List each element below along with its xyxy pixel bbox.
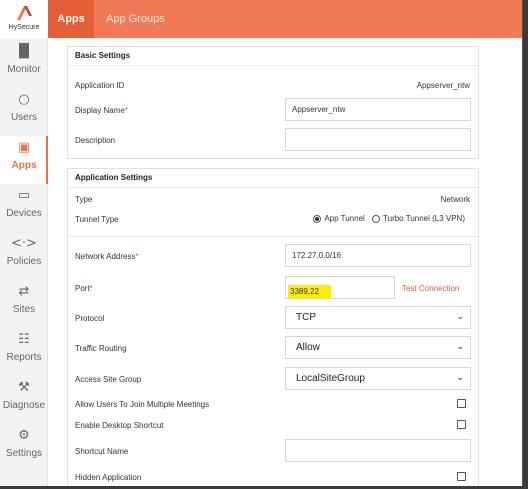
access-site-group-label: Access Site Group: [75, 375, 142, 384]
tunnel-type-label: Tunnel Type: [75, 215, 119, 224]
port-value: 3389,22: [288, 285, 331, 298]
sidebar-item-apps[interactable]: ▣ Apps: [0, 136, 49, 184]
sidebar-item-label: Settings: [5, 448, 43, 459]
sidebar-item-users[interactable]: ○ Users: [0, 88, 48, 136]
sidebar-item-reports[interactable]: ☷ Reports: [0, 328, 48, 376]
type-label: Type: [75, 195, 93, 204]
sidebar-item-devices[interactable]: ▭ Devices: [0, 184, 48, 232]
sidebar-item-label: Apps: [11, 160, 37, 171]
network-address-label: Network Address*: [75, 252, 139, 261]
turbo-tunnel-radio[interactable]: [372, 214, 381, 223]
divider: [68, 187, 478, 188]
traffic-routing-select[interactable]: Allow ⌄: [285, 336, 471, 359]
tab-app-groups[interactable]: App Groups: [106, 0, 165, 38]
sidebar-item-label: Policies: [6, 256, 42, 267]
gear-icon: ⚙: [18, 428, 30, 443]
application-settings-card: Application Settings Type Network Tunnel…: [67, 168, 479, 486]
brand-logo[interactable]: HySecure: [0, 0, 48, 38]
tunnel-type-radio-group: App Tunnel Turbo Tunnel (L3 VPN): [313, 214, 470, 223]
sidebar-item-label: Monitor: [7, 64, 41, 75]
description-label: Description: [75, 136, 116, 145]
multiple-meetings-label: Allow Users To Join Multiple Meetings: [75, 400, 210, 409]
app-window: HySecure ▐▌ Monitor ○ Users ▣ Apps ▭ Dev…: [0, 0, 523, 486]
desktop-shortcut-label: Enable Desktop Shortcut: [75, 421, 164, 430]
port-input[interactable]: 3389,22: [285, 276, 395, 299]
traffic-routing-label: Traffic Routing: [75, 344, 127, 353]
access-site-group-selected-value: LocalSiteGroup: [296, 373, 365, 384]
application-id-value: Appserver_ntw: [416, 81, 470, 90]
turbo-tunnel-label: Turbo Tunnel (L3 VPN): [383, 214, 465, 224]
laptop-icon: ▭: [17, 188, 31, 203]
multiple-meetings-checkbox[interactable]: [457, 399, 466, 408]
protocol-selected-value: TCP: [296, 312, 316, 323]
sidebar-item-label: Users: [10, 112, 38, 123]
display-name-label: Display Name*: [75, 106, 128, 115]
port-label: Port*: [75, 284, 93, 293]
app-tunnel-label: App Tunnel: [324, 214, 365, 224]
chevron-down-icon: ⌄: [456, 312, 464, 322]
application-id-label: Application ID: [75, 81, 125, 90]
sidebar-item-diagnose[interactable]: ⚒ Diagnose: [0, 376, 48, 424]
sidebar-item-label: Reports: [6, 352, 42, 363]
tab-apps[interactable]: Apps: [48, 0, 94, 38]
divider: [68, 236, 478, 237]
sidebar: HySecure ▐▌ Monitor ○ Users ▣ Apps ▭ Dev…: [0, 0, 49, 486]
app-tunnel-radio[interactable]: [313, 214, 322, 223]
application-settings-title: Application Settings: [75, 173, 153, 182]
access-site-group-select[interactable]: LocalSiteGroup ⌄: [285, 367, 471, 390]
hysecure-logo-icon: [17, 6, 32, 20]
sidebar-item-label: Sites: [12, 304, 36, 315]
chevron-down-icon: ⌄: [456, 373, 464, 383]
swap-arrows-icon: ⇄: [18, 284, 30, 299]
chevron-down-icon: ⌄: [456, 342, 464, 352]
description-input[interactable]: [285, 128, 471, 151]
user-icon: ○: [18, 92, 30, 107]
document-icon: ☷: [18, 332, 30, 347]
top-tab-bar: Apps App Groups: [48, 0, 522, 38]
type-value: Network: [440, 195, 470, 204]
brand-name: HySecure: [8, 24, 40, 31]
display-name-input[interactable]: Appserver_ntw: [285, 98, 471, 121]
bar-chart-icon: ▐▌: [14, 44, 34, 59]
main-content: Basic Settings Application ID Appserver_…: [48, 38, 522, 486]
sidebar-item-label: Diagnose: [2, 400, 46, 411]
basic-settings-title: Basic Settings: [75, 51, 131, 60]
hidden-application-checkbox[interactable]: [457, 472, 466, 481]
shortcut-name-input[interactable]: [285, 439, 471, 462]
protocol-label: Protocol: [75, 314, 105, 323]
desktop-shortcut-checkbox[interactable]: [457, 420, 466, 429]
sidebar-item-monitor[interactable]: ▐▌ Monitor: [0, 40, 48, 88]
protocol-select[interactable]: TCP ⌄: [285, 306, 471, 329]
traffic-routing-selected-value: Allow: [296, 342, 320, 353]
sidebar-item-settings[interactable]: ⚙ Settings: [0, 424, 48, 472]
shortcut-name-label: Shortcut Name: [75, 447, 129, 456]
code-arrows-icon: <·>: [11, 236, 37, 251]
wrench-icon: ⚒: [18, 380, 30, 395]
test-connection-link[interactable]: Test Connection: [402, 284, 459, 293]
basic-settings-card: Basic Settings Application ID Appserver_…: [67, 46, 479, 159]
sidebar-item-label: Devices: [6, 208, 42, 219]
network-address-input[interactable]: 172.27.0.0/16: [285, 244, 471, 267]
sidebar-item-sites[interactable]: ⇄ Sites: [0, 280, 48, 328]
divider: [68, 65, 478, 66]
apps-grid-icon: ▣: [17, 140, 31, 155]
sidebar-item-policies[interactable]: <·> Policies: [0, 232, 48, 280]
hidden-application-label: Hidden Application: [75, 473, 142, 482]
